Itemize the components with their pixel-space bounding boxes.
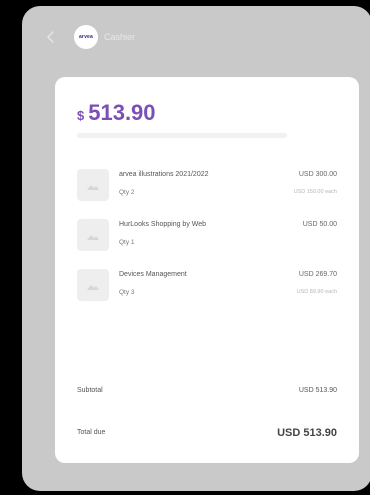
checkout-card: $513.90 arvea illustrations 2021/2022 Qt… — [55, 77, 359, 463]
line-items-list: arvea illustrations 2021/2022 Qty 2 USD … — [77, 169, 339, 319]
total-due-value: USD 513.90 — [277, 427, 337, 439]
logo-text: arvea — [78, 34, 94, 40]
product-image-icon — [77, 219, 109, 251]
subtotal-value: USD 513.90 — [298, 387, 337, 394]
back-arrow-icon[interactable] — [44, 30, 58, 44]
item-quantity: Qty 3 — [119, 289, 135, 296]
total-amount: $513.90 — [77, 100, 156, 126]
page-title: Cashier — [104, 32, 136, 42]
amount-value: 513.90 — [88, 100, 156, 125]
item-price: USD 300.00 — [298, 171, 337, 178]
item-name: arvea illustrations 2021/2022 — [119, 171, 209, 178]
item-unit-price: USD 89.90 each — [296, 289, 337, 295]
line-item: HurLooks Shopping by Web Qty 1 USD 50.00 — [77, 219, 339, 269]
line-item: arvea illustrations 2021/2022 Qty 2 USD … — [77, 169, 339, 219]
amount-subtext-placeholder — [77, 133, 287, 138]
product-image-icon — [77, 269, 109, 301]
item-unit-price: USD 150.00 each — [293, 189, 337, 195]
top-bar: arvea Cashier — [44, 24, 135, 50]
subtotal-label: Subtotal — [77, 387, 103, 394]
item-quantity: Qty 2 — [119, 189, 135, 196]
item-quantity: Qty 1 — [119, 239, 135, 246]
product-image-icon — [77, 169, 109, 201]
line-item: Devices Management Qty 3 USD 269.70 USD … — [77, 269, 339, 319]
merchant-logo: arvea — [74, 25, 98, 49]
item-name: Devices Management — [119, 271, 187, 278]
currency-symbol: $ — [77, 108, 85, 123]
item-price: USD 50.00 — [302, 221, 337, 228]
item-name: HurLooks Shopping by Web — [119, 221, 207, 228]
total-due-label: Total due — [77, 429, 106, 436]
item-price: USD 269.70 — [298, 271, 337, 278]
